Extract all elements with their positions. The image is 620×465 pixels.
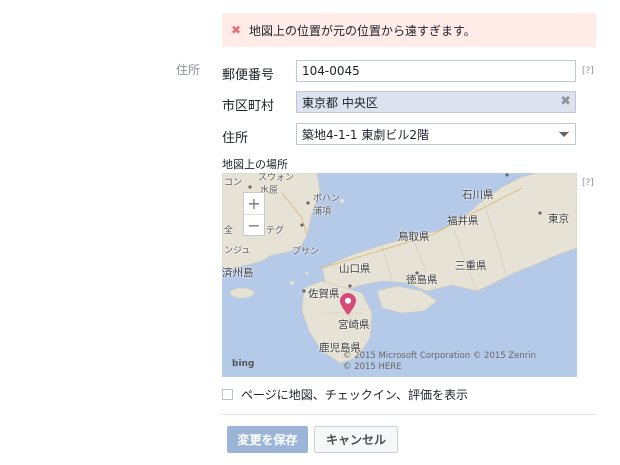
city-token: 東京都 中央区 <box>302 93 378 111</box>
section-label-address: 住所 <box>176 63 201 77</box>
map-label-kunsan: ンジュ <box>224 246 251 256</box>
error-message: 地図上の位置が元の位置から遠すぎます。 <box>249 23 476 38</box>
clear-city-icon[interactable]: ✖ <box>560 94 571 110</box>
map-label-ishikawa: 石川県 <box>462 189 494 201</box>
address-select[interactable]: 築地4-1-1 東劇ビル2階 <box>296 123 576 145</box>
map-help-icon[interactable]: [?] <box>582 178 594 188</box>
map-label-jeju: 済州島 <box>222 267 254 279</box>
city-input[interactable]: 東京都 中央区 ✖ <box>296 91 576 113</box>
map-label-saga: 佐賀県 <box>308 288 340 300</box>
map-label-yamaguchi: 山口県 <box>339 263 371 275</box>
chevron-down-icon <box>559 131 569 137</box>
map-label-jeonju: 全 <box>224 226 234 236</box>
map-label-tottori: 鳥取県 <box>398 231 430 243</box>
map-label-pohan: ポハン <box>313 194 341 204</box>
map-label-tegu: テグ <box>266 226 285 236</box>
map-copyright: © 2015 Microsoft Corporation © 2015 Zenr… <box>343 351 573 373</box>
address-dropdown-arrow[interactable] <box>553 124 575 144</box>
error-banner: ✖ 地図上の位置が元の位置から遠すぎます。 <box>222 13 596 47</box>
address-label: 住所 <box>222 131 249 146</box>
show-map-checkbox-label: ページに地図、チェックイン、評価を表示 <box>241 388 469 402</box>
bing-logo: bing <box>232 359 255 369</box>
address-value: 築地4-1-1 東劇ビル2階 <box>302 127 430 142</box>
postal-code-value: 104-0045 <box>302 64 360 78</box>
copyright-line-2: © 2015 HERE <box>343 362 402 372</box>
save-changes-button[interactable]: 変更を保存 <box>227 426 308 453</box>
map-label-hoko: 浦項 <box>313 207 332 217</box>
map-label-suwon: スウォン <box>258 173 295 183</box>
zoom-out-button[interactable]: − <box>244 214 264 236</box>
postal-code-label: 郵便番号 <box>222 68 275 83</box>
cancel-button[interactable]: キャンセル <box>314 426 398 453</box>
city-label: 市区町村 <box>222 99 275 114</box>
map-label-pusan: プサン <box>292 247 320 257</box>
map-label-miyazaki: 宮崎県 <box>338 319 370 331</box>
map-label-kon: コン <box>224 178 243 188</box>
copyright-line-1: © 2015 Microsoft Corporation © 2015 Zenr… <box>343 351 537 361</box>
map-pin-icon[interactable] <box>340 293 356 315</box>
divider <box>222 414 596 415</box>
postal-code-input[interactable]: 104-0045 <box>296 60 576 82</box>
zoom-in-button[interactable]: + <box>244 193 264 214</box>
map-label-fukui: 福井県 <box>447 215 479 227</box>
error-x-icon: ✖ <box>231 23 242 37</box>
map-canvas <box>222 173 577 364</box>
map-location-label: 地図上の場所 <box>222 158 288 171</box>
show-map-checkbox-row[interactable]: ページに地図、チェックイン、評価を表示 <box>222 386 468 403</box>
map-view[interactable]: スウォン 水原 ポハン 浦項 テグ プサン 全 ンジュ コン 済州島 石川県 福… <box>222 173 577 377</box>
map-zoom-control: + − <box>243 192 265 236</box>
map-label-mie: 三重県 <box>455 260 487 272</box>
map-label-tokushima: 徳島県 <box>406 274 438 286</box>
show-map-checkbox[interactable] <box>222 389 233 400</box>
map-label-tokyo: 東京 <box>548 213 569 225</box>
postal-help-icon[interactable]: [?] <box>582 66 594 76</box>
